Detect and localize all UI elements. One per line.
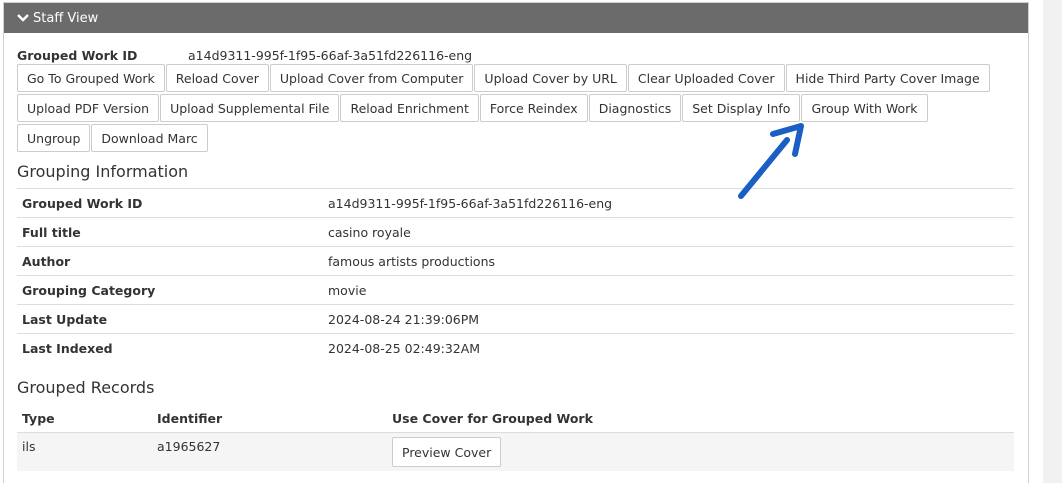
row-key: Author: [17, 246, 323, 276]
record-type: ils: [17, 432, 152, 471]
grouped-work-id-row: Grouped Work ID a14d9311-995f-1f95-66af-…: [17, 47, 1014, 63]
column-header-identifier: Identifier: [157, 410, 223, 426]
record-identifier: a1965627: [152, 432, 387, 471]
row-key: Last Update: [17, 304, 323, 334]
diagnostics-button[interactable]: Diagnostics: [588, 94, 682, 122]
reload-cover-button[interactable]: Reload Cover: [165, 64, 269, 92]
row-value: famous artists productions: [323, 246, 1014, 276]
staff-view-toggle[interactable]: Staff View: [4, 3, 1028, 33]
row-value: a14d9311-995f-1f95-66af-3a51fd226116-eng: [323, 188, 1014, 218]
annotation-arrow-icon: [735, 122, 807, 206]
panel-title: Staff View: [33, 10, 99, 26]
page-scrollbar[interactable]: [1043, 0, 1062, 483]
table-row: Author famous artists productions: [17, 246, 1014, 276]
grouped-records-heading: Grouped Records: [17, 378, 155, 397]
set-display-info-button[interactable]: Set Display Info: [682, 94, 801, 122]
table-row: Last Indexed 2024-08-25 02:49:32AM: [17, 333, 1014, 362]
chevron-down-icon: [16, 11, 30, 25]
row-value: movie: [323, 275, 1014, 305]
preview-cover-button[interactable]: Preview Cover: [392, 437, 502, 467]
table-header-row: Type Identifier Use Cover for Grouped Wo…: [17, 404, 1014, 433]
row-key: Last Indexed: [17, 333, 323, 362]
upload-cover-from-computer-button[interactable]: Upload Cover from Computer: [269, 64, 474, 92]
force-reindex-button[interactable]: Force Reindex: [479, 94, 588, 122]
column-header-use-cover: Use Cover for Grouped Work: [392, 410, 593, 426]
go-to-grouped-work-button[interactable]: Go To Grouped Work: [17, 64, 165, 92]
row-key: Full title: [17, 217, 323, 247]
record-cover-cell: Preview Cover: [387, 432, 1014, 471]
grouped-work-id-value: a14d9311-995f-1f95-66af-3a51fd226116-eng: [188, 47, 473, 63]
upload-cover-by-url-button[interactable]: Upload Cover by URL: [474, 64, 627, 92]
table-row: Grouping Category movie: [17, 275, 1014, 305]
row-key: Grouping Category: [17, 275, 323, 305]
reload-enrichment-button[interactable]: Reload Enrichment: [340, 94, 479, 122]
staff-view-panel: Staff View Grouped Work ID a14d9311-995f…: [3, 2, 1029, 483]
table-row: Full title casino royale: [17, 217, 1014, 247]
row-value: casino royale: [323, 217, 1014, 247]
group-with-work-button[interactable]: Group With Work: [801, 94, 928, 122]
table-row: Last Update 2024-08-24 21:39:06PM: [17, 304, 1014, 334]
clear-uploaded-cover-button[interactable]: Clear Uploaded Cover: [627, 64, 785, 92]
row-value: 2024-08-25 02:49:32AM: [323, 333, 1014, 362]
upload-supplemental-file-button[interactable]: Upload Supplemental File: [160, 94, 340, 122]
grouping-information-heading: Grouping Information: [17, 162, 189, 181]
staff-actions: Go To Grouped Work Reload Cover Upload C…: [17, 64, 997, 154]
ungroup-button[interactable]: Ungroup: [17, 124, 91, 152]
grouped-records-table: Type Identifier Use Cover for Grouped Wo…: [17, 404, 1014, 471]
grouping-info-table: Grouped Work ID a14d9311-995f-1f95-66af-3…: [17, 188, 1014, 362]
table-row: ils a1965627 Preview Cover: [17, 432, 1014, 471]
column-header-type: Type: [22, 410, 55, 426]
download-marc-button[interactable]: Download Marc: [91, 124, 208, 152]
upload-pdf-version-button[interactable]: Upload PDF Version: [17, 94, 160, 122]
hide-third-party-cover-button[interactable]: Hide Third Party Cover Image: [785, 64, 990, 92]
row-key: Grouped Work ID: [17, 188, 323, 218]
table-row: Grouped Work ID a14d9311-995f-1f95-66af-3…: [17, 188, 1014, 218]
row-value: 2024-08-24 21:39:06PM: [323, 304, 1014, 334]
grouped-work-id-label: Grouped Work ID: [17, 47, 138, 63]
